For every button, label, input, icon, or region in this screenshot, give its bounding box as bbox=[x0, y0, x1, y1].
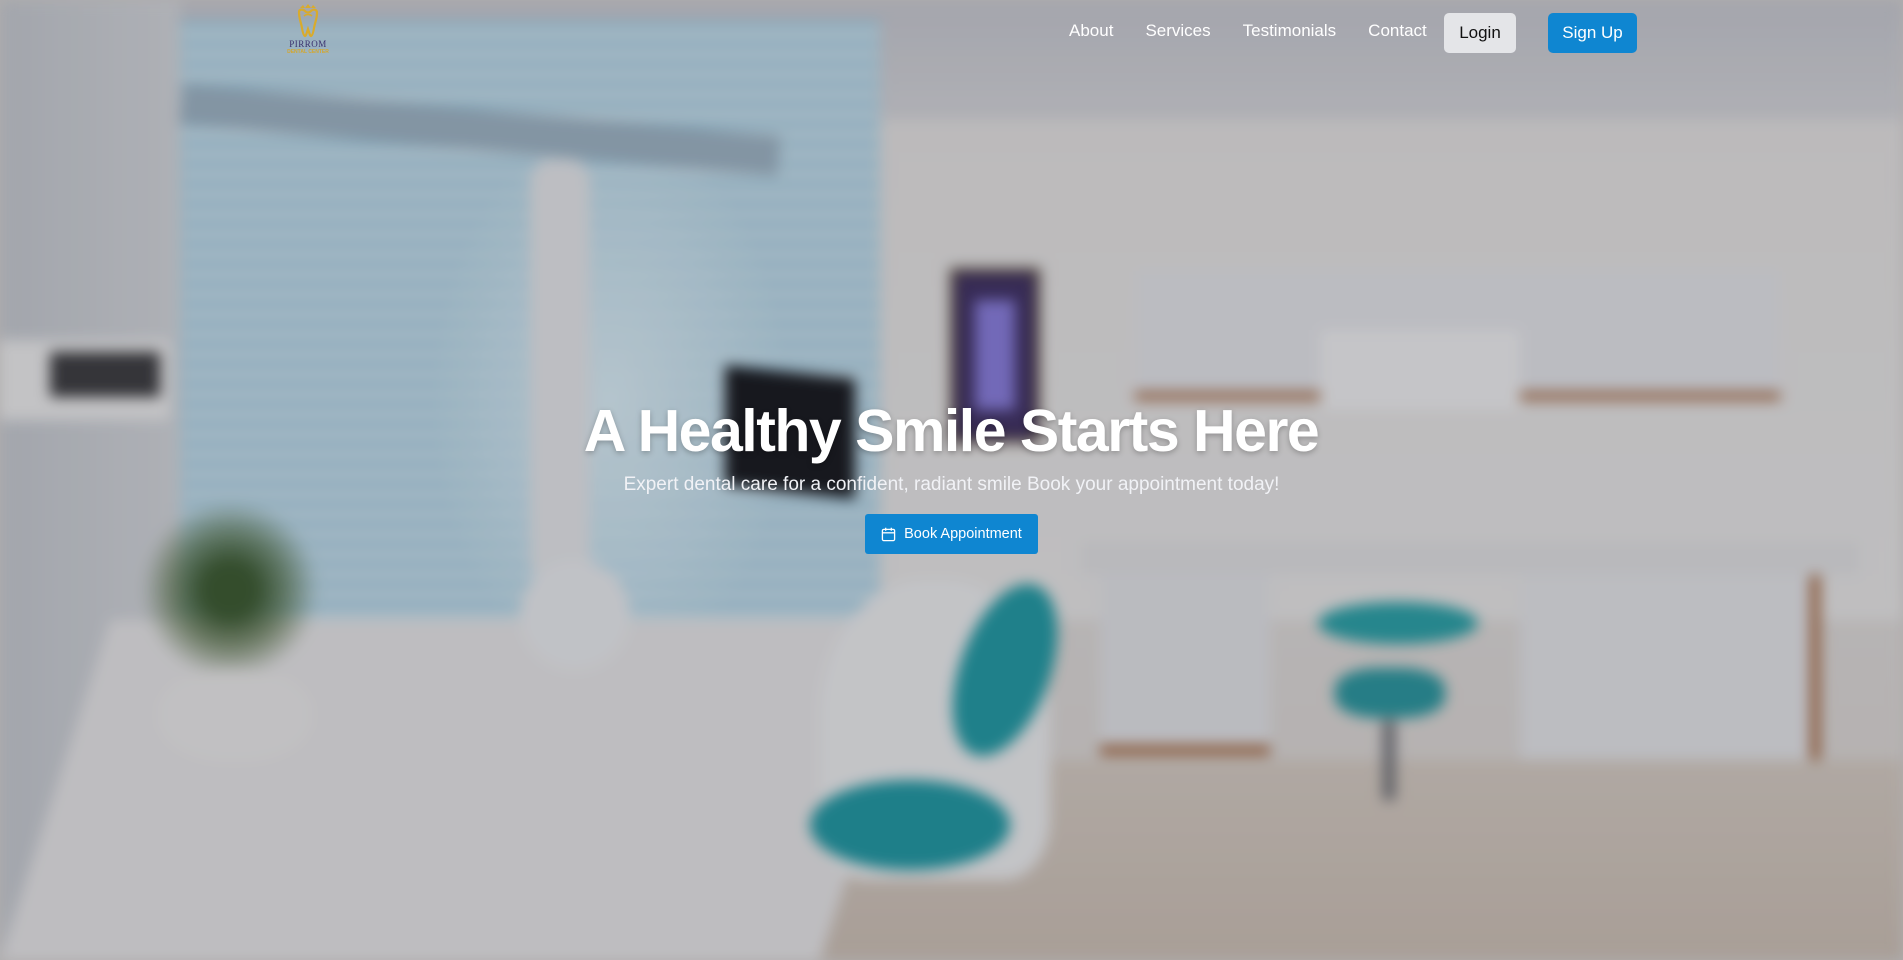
signup-button[interactable]: Sign Up bbox=[1548, 13, 1637, 53]
hero-subtitle: Expert dental care for a confident, radi… bbox=[623, 474, 1280, 495]
book-appointment-button[interactable]: Book Appointment bbox=[865, 514, 1038, 554]
logo-link[interactable]: PIRROM DENTAL CENTER bbox=[283, 4, 333, 60]
nav-link-testimonials[interactable]: Testimonials bbox=[1243, 21, 1337, 41]
tooth-crown-icon bbox=[297, 4, 319, 38]
hero-content: A Healthy Smile Starts Here Expert denta… bbox=[0, 395, 1903, 554]
nav-links: About Services Testimonials Contact bbox=[1069, 21, 1459, 41]
calendar-icon bbox=[881, 527, 896, 541]
book-appointment-label: Book Appointment bbox=[904, 526, 1022, 542]
logo-subtitle: DENTAL CENTER bbox=[287, 49, 329, 55]
nav-link-contact[interactable]: Contact bbox=[1368, 21, 1427, 41]
logo-name: PIRROM bbox=[289, 39, 327, 49]
hero-title: A Healthy Smile Starts Here bbox=[583, 398, 1320, 464]
hero-section: PIRROM DENTAL CENTER About Services Test… bbox=[0, 0, 1903, 960]
navbar: PIRROM DENTAL CENTER About Services Test… bbox=[0, 0, 1903, 64]
nav-link-about[interactable]: About bbox=[1069, 21, 1113, 41]
nav-link-services[interactable]: Services bbox=[1145, 21, 1210, 41]
login-button[interactable]: Login bbox=[1444, 13, 1516, 53]
